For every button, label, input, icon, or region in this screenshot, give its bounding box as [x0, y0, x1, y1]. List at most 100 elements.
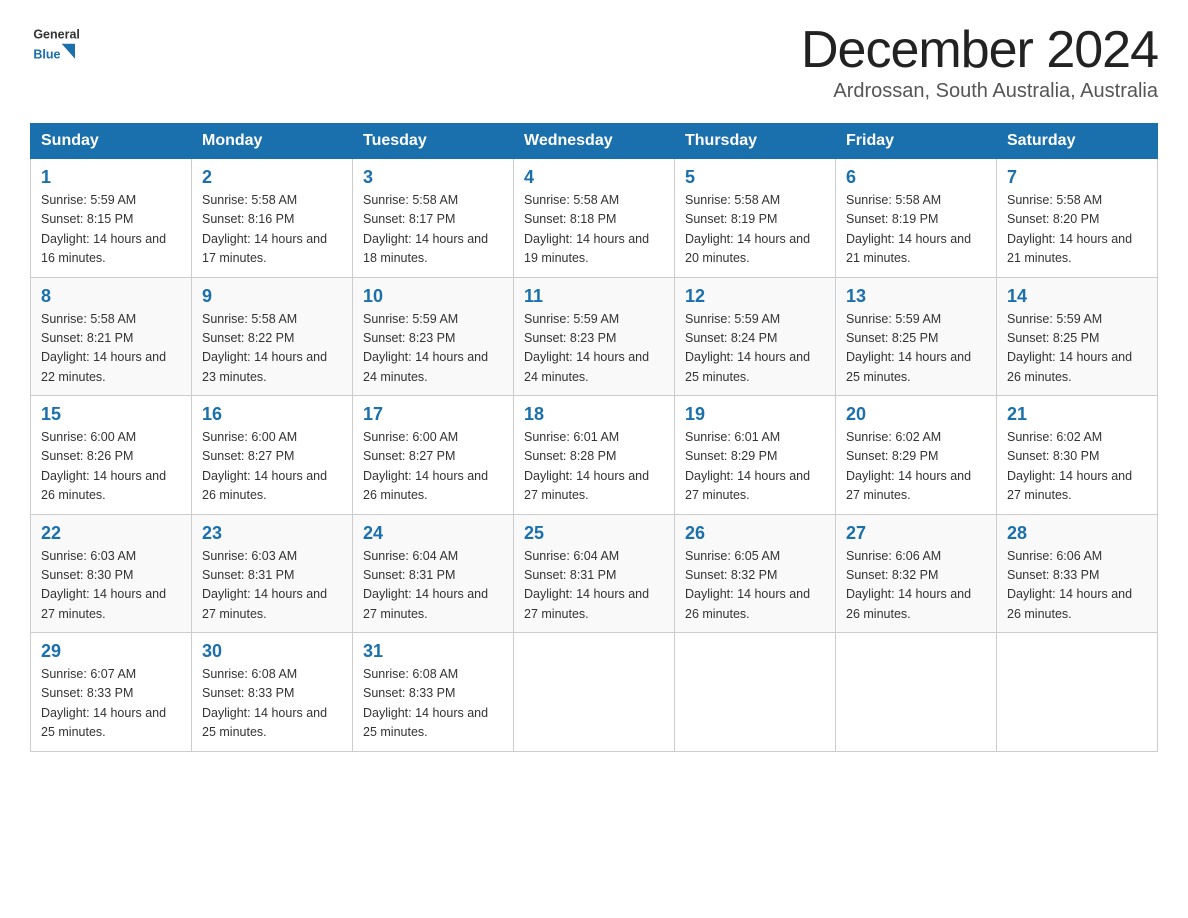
calendar-cell: 13 Sunrise: 5:59 AMSunset: 8:25 PMDayligh… — [836, 277, 997, 396]
day-number: 21 — [1007, 404, 1147, 425]
day-info: Sunrise: 5:58 AMSunset: 8:21 PMDaylight:… — [41, 310, 181, 388]
calendar-week-row: 1 Sunrise: 5:59 AMSunset: 8:15 PMDaylight… — [31, 159, 1158, 278]
day-number: 10 — [363, 286, 503, 307]
calendar-cell: 14 Sunrise: 5:59 AMSunset: 8:25 PMDayligh… — [997, 277, 1158, 396]
day-number: 31 — [363, 641, 503, 662]
calendar-cell: 20Sunrise: 6:02 AMSunset: 8:29 PMDayligh… — [836, 396, 997, 515]
calendar-table: SundayMondayTuesdayWednesdayThursdayFrid… — [30, 123, 1158, 752]
calendar-cell: 2 Sunrise: 5:58 AMSunset: 8:16 PMDaylight… — [192, 159, 353, 278]
day-number: 15 — [41, 404, 181, 425]
calendar-cell: 28Sunrise: 6:06 AMSunset: 8:33 PMDayligh… — [997, 514, 1158, 633]
calendar-cell: 24 Sunrise: 6:04 AMSunset: 8:31 PMDayligh… — [353, 514, 514, 633]
page-header: General Blue December 2024 Ardrossan, So… — [30, 20, 1158, 103]
calendar-cell: 31 Sunrise: 6:08 AMSunset: 8:33 PMDayligh… — [353, 633, 514, 752]
day-number: 29 — [41, 641, 181, 662]
calendar-cell: 7 Sunrise: 5:58 AMSunset: 8:20 PMDaylight… — [997, 159, 1158, 278]
day-number: 8 — [41, 286, 181, 307]
day-info: Sunrise: 5:59 AMSunset: 8:25 PMDaylight:… — [1007, 310, 1147, 388]
day-info: Sunrise: 5:59 AMSunset: 8:24 PMDaylight:… — [685, 310, 825, 388]
day-number: 25 — [524, 523, 664, 544]
calendar-cell: 12 Sunrise: 5:59 AMSunset: 8:24 PMDayligh… — [675, 277, 836, 396]
day-info: Sunrise: 6:02 AMSunset: 8:30 PMDaylight:… — [1007, 428, 1147, 506]
day-info: Sunrise: 5:58 AMSunset: 8:18 PMDaylight:… — [524, 191, 664, 269]
calendar-week-row: 8 Sunrise: 5:58 AMSunset: 8:21 PMDaylight… — [31, 277, 1158, 396]
calendar-cell: 1 Sunrise: 5:59 AMSunset: 8:15 PMDaylight… — [31, 159, 192, 278]
day-number: 7 — [1007, 167, 1147, 188]
day-number: 3 — [363, 167, 503, 188]
day-info: Sunrise: 5:58 AMSunset: 8:17 PMDaylight:… — [363, 191, 503, 269]
day-number: 2 — [202, 167, 342, 188]
calendar-cell: 29 Sunrise: 6:07 AMSunset: 8:33 PMDayligh… — [31, 633, 192, 752]
day-info: Sunrise: 5:58 AMSunset: 8:16 PMDaylight:… — [202, 191, 342, 269]
day-info: Sunrise: 6:01 AMSunset: 8:28 PMDaylight:… — [524, 428, 664, 506]
month-title: December 2024 — [801, 20, 1158, 80]
day-info: Sunrise: 5:59 AMSunset: 8:25 PMDaylight:… — [846, 310, 986, 388]
day-number: 14 — [1007, 286, 1147, 307]
logo: General Blue — [30, 20, 80, 70]
day-info: Sunrise: 6:03 AMSunset: 8:30 PMDaylight:… — [41, 547, 181, 625]
calendar-cell — [675, 633, 836, 752]
day-info: Sunrise: 5:59 AMSunset: 8:23 PMDaylight:… — [524, 310, 664, 388]
column-header-friday: Friday — [836, 124, 997, 159]
day-info: Sunrise: 6:06 AMSunset: 8:32 PMDaylight:… — [846, 547, 986, 625]
calendar-week-row: 22 Sunrise: 6:03 AMSunset: 8:30 PMDayligh… — [31, 514, 1158, 633]
day-number: 9 — [202, 286, 342, 307]
day-info: Sunrise: 6:00 AMSunset: 8:27 PMDaylight:… — [202, 428, 342, 506]
calendar-cell: 23 Sunrise: 6:03 AMSunset: 8:31 PMDayligh… — [192, 514, 353, 633]
day-info: Sunrise: 6:06 AMSunset: 8:33 PMDaylight:… — [1007, 547, 1147, 625]
day-info: Sunrise: 6:04 AMSunset: 8:31 PMDaylight:… — [363, 547, 503, 625]
calendar-cell: 18 Sunrise: 6:01 AMSunset: 8:28 PMDayligh… — [514, 396, 675, 515]
day-info: Sunrise: 5:58 AMSunset: 8:19 PMDaylight:… — [846, 191, 986, 269]
day-info: Sunrise: 6:03 AMSunset: 8:31 PMDaylight:… — [202, 547, 342, 625]
day-number: 11 — [524, 286, 664, 307]
day-number: 19 — [685, 404, 825, 425]
day-info: Sunrise: 6:05 AMSunset: 8:32 PMDaylight:… — [685, 547, 825, 625]
calendar-cell: 30Sunrise: 6:08 AMSunset: 8:33 PMDayligh… — [192, 633, 353, 752]
calendar-cell: 25 Sunrise: 6:04 AMSunset: 8:31 PMDayligh… — [514, 514, 675, 633]
day-info: Sunrise: 6:00 AMSunset: 8:27 PMDaylight:… — [363, 428, 503, 506]
day-info: Sunrise: 5:58 AMSunset: 8:20 PMDaylight:… — [1007, 191, 1147, 269]
calendar-cell: 8 Sunrise: 5:58 AMSunset: 8:21 PMDaylight… — [31, 277, 192, 396]
day-info: Sunrise: 6:04 AMSunset: 8:31 PMDaylight:… — [524, 547, 664, 625]
day-number: 18 — [524, 404, 664, 425]
day-number: 16 — [202, 404, 342, 425]
calendar-cell: 26 Sunrise: 6:05 AMSunset: 8:32 PMDayligh… — [675, 514, 836, 633]
day-info: Sunrise: 5:59 AMSunset: 8:23 PMDaylight:… — [363, 310, 503, 388]
day-number: 24 — [363, 523, 503, 544]
calendar-cell: 11 Sunrise: 5:59 AMSunset: 8:23 PMDayligh… — [514, 277, 675, 396]
day-number: 17 — [363, 404, 503, 425]
day-info: Sunrise: 5:59 AMSunset: 8:15 PMDaylight:… — [41, 191, 181, 269]
day-number: 30 — [202, 641, 342, 662]
day-number: 1 — [41, 167, 181, 188]
day-info: Sunrise: 6:00 AMSunset: 8:26 PMDaylight:… — [41, 428, 181, 506]
calendar-cell: 3 Sunrise: 5:58 AMSunset: 8:17 PMDaylight… — [353, 159, 514, 278]
day-number: 12 — [685, 286, 825, 307]
calendar-cell: 10 Sunrise: 5:59 AMSunset: 8:23 PMDayligh… — [353, 277, 514, 396]
location-subtitle: Ardrossan, South Australia, Australia — [801, 80, 1158, 103]
calendar-week-row: 29 Sunrise: 6:07 AMSunset: 8:33 PMDayligh… — [31, 633, 1158, 752]
column-header-monday: Monday — [192, 124, 353, 159]
column-header-thursday: Thursday — [675, 124, 836, 159]
day-number: 23 — [202, 523, 342, 544]
calendar-cell: 27Sunrise: 6:06 AMSunset: 8:32 PMDayligh… — [836, 514, 997, 633]
calendar-cell — [997, 633, 1158, 752]
day-info: Sunrise: 5:58 AMSunset: 8:19 PMDaylight:… — [685, 191, 825, 269]
day-info: Sunrise: 6:08 AMSunset: 8:33 PMDaylight:… — [363, 665, 503, 743]
calendar-cell: 22 Sunrise: 6:03 AMSunset: 8:30 PMDayligh… — [31, 514, 192, 633]
calendar-cell: 9Sunrise: 5:58 AMSunset: 8:22 PMDaylight… — [192, 277, 353, 396]
calendar-cell: 15 Sunrise: 6:00 AMSunset: 8:26 PMDayligh… — [31, 396, 192, 515]
calendar-cell — [514, 633, 675, 752]
calendar-cell: 4Sunrise: 5:58 AMSunset: 8:18 PMDaylight… — [514, 159, 675, 278]
calendar-header-row: SundayMondayTuesdayWednesdayThursdayFrid… — [31, 124, 1158, 159]
day-number: 20 — [846, 404, 986, 425]
calendar-week-row: 15 Sunrise: 6:00 AMSunset: 8:26 PMDayligh… — [31, 396, 1158, 515]
day-number: 26 — [685, 523, 825, 544]
day-number: 22 — [41, 523, 181, 544]
calendar-cell: 21 Sunrise: 6:02 AMSunset: 8:30 PMDayligh… — [997, 396, 1158, 515]
calendar-cell: 16 Sunrise: 6:00 AMSunset: 8:27 PMDayligh… — [192, 396, 353, 515]
day-number: 13 — [846, 286, 986, 307]
calendar-cell: 6Sunrise: 5:58 AMSunset: 8:19 PMDaylight… — [836, 159, 997, 278]
column-header-sunday: Sunday — [31, 124, 192, 159]
day-info: Sunrise: 6:07 AMSunset: 8:33 PMDaylight:… — [41, 665, 181, 743]
day-number: 5 — [685, 167, 825, 188]
